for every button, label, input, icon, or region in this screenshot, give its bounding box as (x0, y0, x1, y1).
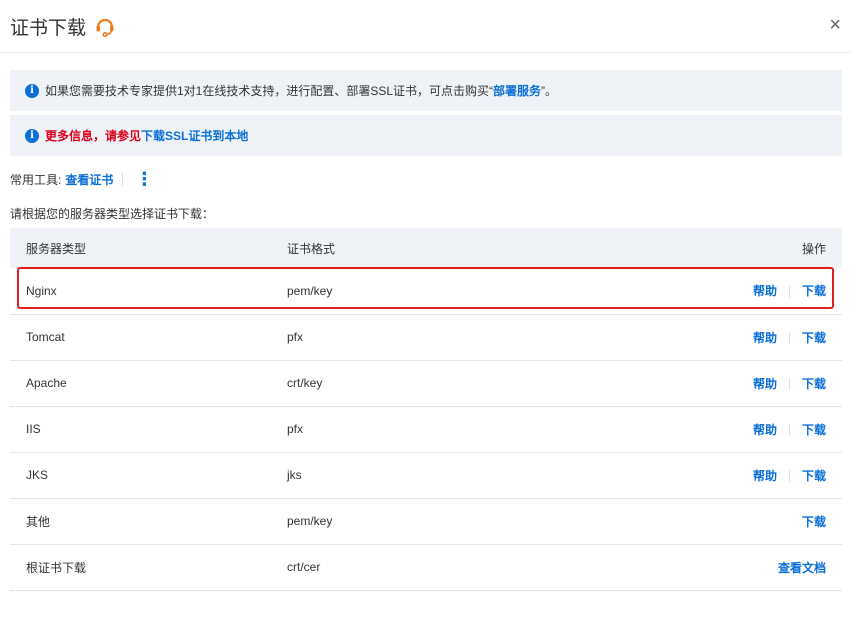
server-type: Apache (10, 360, 287, 406)
actions: 帮助 下载 (481, 452, 842, 498)
info-icon: i (25, 129, 39, 143)
notice-suffix: ”。 (541, 82, 557, 99)
info-icon: i (25, 84, 39, 98)
download-guide-link[interactable]: 下载SSL证书到本地 (141, 127, 248, 144)
help-link[interactable]: 帮助 (753, 331, 777, 345)
divider (789, 470, 790, 482)
actions: 帮助 下载 (481, 360, 842, 406)
server-type: Nginx (10, 268, 287, 314)
actions: 查看文档 (481, 544, 842, 590)
common-tools: 常用工具: 查看证书 ⋮ (10, 170, 153, 188)
server-type: 根证书下载 (10, 544, 287, 590)
table-row: JKSjks 帮助 下载 (10, 452, 842, 498)
header-cert-format: 证书格式 (287, 228, 481, 268)
view-certificate-link[interactable]: 查看证书 (65, 171, 113, 188)
cert-format: crt/key (287, 360, 481, 406)
cert-format: crt/cer (287, 544, 481, 590)
more-info-text: 更多信息，请参见 (45, 127, 141, 144)
actions: 帮助 下载 (481, 314, 842, 360)
actions: 帮助 下载 (481, 406, 842, 452)
server-type-table: 服务器类型 证书格式 操作 Nginxpem/key帮助下载Tomcatpfx帮… (10, 228, 842, 591)
table-row: IISpfx 帮助 下载 (10, 406, 842, 452)
help-link[interactable]: 帮助 (753, 423, 777, 437)
cert-format: pem/key (287, 268, 481, 314)
download-link[interactable]: 下载 (802, 469, 826, 483)
server-type: 其他 (10, 498, 287, 544)
actions: 帮助 下载 (481, 268, 842, 314)
table-row: Apachecrt/key 帮助 下载 (10, 360, 842, 406)
help-link[interactable]: 帮助 (753, 377, 777, 391)
download-link[interactable]: 下载 (802, 423, 826, 437)
actions: 下载 (481, 498, 842, 544)
table-row: 其他pem/key 下载 (10, 498, 842, 544)
server-type: JKS (10, 452, 287, 498)
help-link[interactable]: 帮助 (753, 469, 777, 483)
cert-format: jks (287, 452, 481, 498)
more-icon[interactable]: ⋮ (135, 170, 153, 188)
notice-text: 如果您需要技术专家提供1对1在线技术支持，进行配置、部署SSL证书，可点击购买“ (45, 82, 493, 99)
divider (789, 332, 790, 344)
view-docs-link[interactable]: 查看文档 (778, 561, 826, 575)
select-prompt: 请根据您的服务器类型选择证书下载： (10, 205, 214, 222)
deploy-service-link[interactable]: 部署服务 (493, 82, 541, 99)
download-link[interactable]: 下载 (802, 284, 826, 298)
download-link[interactable]: 下载 (802, 377, 826, 391)
dialog-header: 证书下载 × (0, 0, 851, 53)
download-link[interactable]: 下载 (802, 515, 826, 529)
divider (789, 424, 790, 436)
table-row: 根证书下载crt/cer 查看文档 (10, 544, 842, 590)
divider (789, 286, 790, 298)
table-row: Tomcatpfx 帮助 下载 (10, 314, 842, 360)
cert-format: pfx (287, 406, 481, 452)
more-info-notice: i 更多信息，请参见下载SSL证书到本地 (10, 115, 842, 156)
server-type: Tomcat (10, 314, 287, 360)
server-type: IIS (10, 406, 287, 452)
help-link[interactable]: 帮助 (753, 284, 777, 298)
download-link[interactable]: 下载 (802, 331, 826, 345)
cert-format: pem/key (287, 498, 481, 544)
header-server-type: 服务器类型 (10, 228, 287, 268)
cert-format: pfx (287, 314, 481, 360)
header-actions: 操作 (481, 228, 842, 268)
headset-support-icon[interactable] (94, 15, 116, 37)
close-icon[interactable]: × (829, 14, 841, 37)
table-row: Nginxpem/key 帮助 下载 (10, 268, 842, 314)
tools-label: 常用工具: (10, 171, 61, 188)
divider (789, 378, 790, 390)
divider (122, 172, 123, 186)
support-notice: i 如果您需要技术专家提供1对1在线技术支持，进行配置、部署SSL证书，可点击购… (10, 70, 842, 111)
dialog-title: 证书下载 (10, 13, 86, 40)
